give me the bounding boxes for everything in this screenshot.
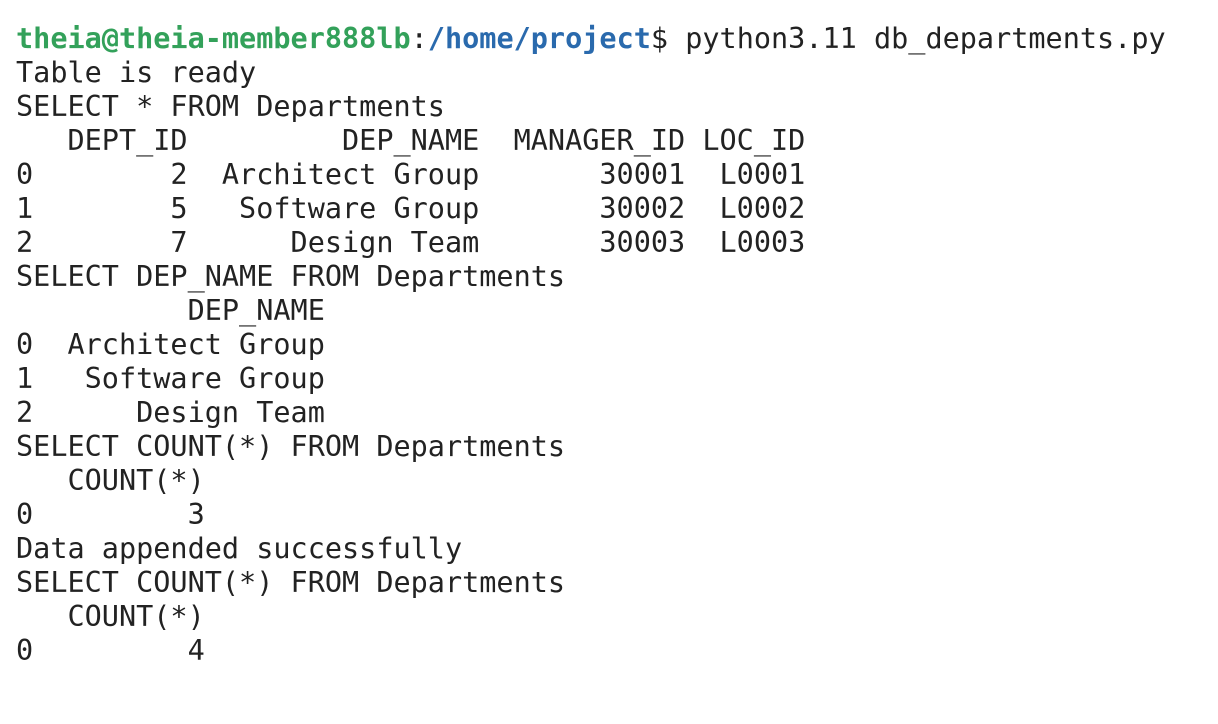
output-line: Data appended successfully (16, 532, 463, 565)
output-line: SELECT DEP_NAME FROM Departments (16, 260, 566, 293)
output-line: 1 5 Software Group 30002 L0002 (16, 192, 806, 225)
output-line: 0 Architect Group (16, 328, 325, 361)
command-line: theia@theia-member888lb:/home/project$ p… (16, 22, 1218, 56)
terminal-window[interactable]: theia@theia-member888lb:/home/project$ p… (0, 0, 1218, 724)
output-line: SELECT COUNT(*) FROM Departments (16, 430, 566, 463)
output-line: SELECT * FROM Departments (16, 90, 445, 123)
output-line: COUNT(*) (16, 600, 205, 633)
prompt-separator: : (410, 22, 428, 55)
output-line: 0 3 (16, 498, 205, 531)
output-line: SELECT COUNT(*) FROM Departments (16, 566, 566, 599)
output-line: 1 Software Group (16, 362, 325, 395)
prompt-path: /home/project (427, 22, 651, 55)
output-line: 2 7 Design Team 30003 L0003 (16, 226, 806, 259)
output-line: 2 Design Team (16, 396, 325, 429)
output-line: 0 2 Architect Group 30001 L0001 (16, 158, 806, 191)
output-line: COUNT(*) (16, 464, 205, 497)
output-line: DEP_NAME (16, 294, 325, 327)
command-text: python3.11 db_departments.py (668, 22, 1166, 55)
output-line: Table is ready (16, 56, 257, 89)
prompt-dollar: $ (650, 22, 669, 55)
prompt-user-host: theia@theia-member888lb (16, 22, 411, 55)
output-line: 0 4 (16, 634, 205, 667)
output-line: DEPT_ID DEP_NAME MANAGER_ID LOC_ID (16, 124, 806, 157)
